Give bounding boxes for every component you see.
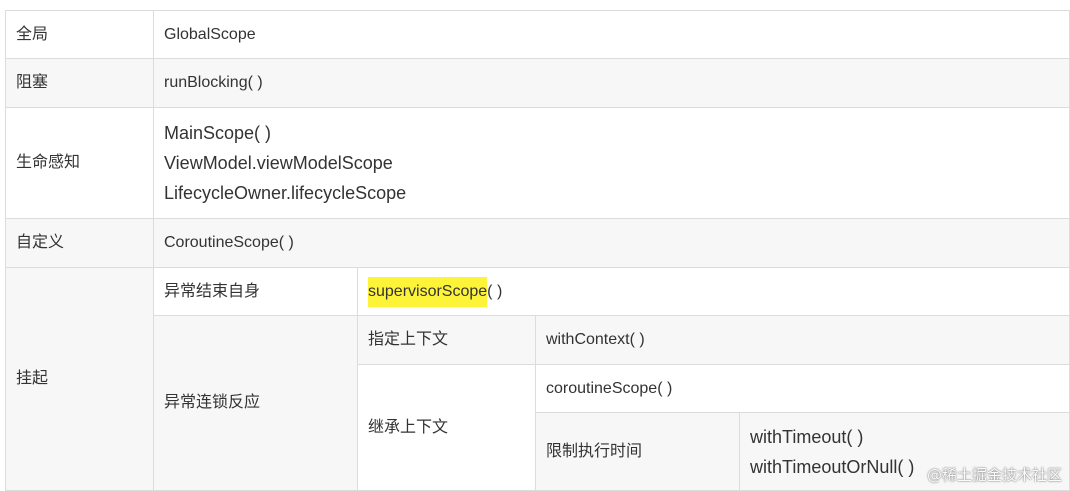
global-label: 全局 bbox=[6, 11, 154, 59]
supervisor-scope-highlight: supervisorScope bbox=[368, 276, 488, 307]
lifecycle-values: MainScope( ) ViewModel.viewModelScope Li… bbox=[154, 108, 1070, 219]
specify-context-value: withContext( ) bbox=[536, 316, 1070, 365]
custom-value: CoroutineScope( ) bbox=[154, 219, 1070, 268]
lifecycle-value-main: MainScope( ) bbox=[164, 123, 272, 143]
inherit-context-value: coroutineScope( ) bbox=[536, 365, 1070, 413]
lifecycle-value-viewmodel: ViewModel.viewModelScope bbox=[164, 153, 393, 173]
custom-label: 自定义 bbox=[6, 219, 154, 268]
lifecycle-value-owner: LifecycleOwner.lifecycleScope bbox=[164, 183, 407, 203]
chain-label: 异常连锁反应 bbox=[154, 316, 358, 491]
specify-context-label: 指定上下文 bbox=[358, 316, 536, 365]
watermark: @稀土掘金技术社区 bbox=[926, 466, 1062, 484]
global-value: GlobalScope bbox=[154, 11, 1070, 59]
inherit-context-label: 继承上下文 bbox=[358, 365, 536, 491]
with-timeout-or-null-value: withTimeoutOrNull( ) bbox=[750, 456, 915, 477]
blocking-value: runBlocking( ) bbox=[154, 59, 1070, 108]
blocking-label: 阻塞 bbox=[6, 59, 154, 108]
limit-time-label: 限制执行时间 bbox=[536, 413, 740, 491]
coroutine-scope-table: 全局 GlobalScope 阻塞 runBlocking( ) 生命感知 Ma… bbox=[5, 10, 1070, 491]
self-end-label: 异常结束自身 bbox=[154, 268, 358, 316]
supervisor-scope-suffix: ( ) bbox=[487, 282, 503, 300]
lifecycle-label: 生命感知 bbox=[6, 108, 154, 219]
self-end-value: supervisorScope( ) bbox=[358, 268, 1070, 316]
with-timeout-value: withTimeout( ) bbox=[750, 426, 864, 447]
suspend-label: 挂起 bbox=[6, 268, 154, 491]
